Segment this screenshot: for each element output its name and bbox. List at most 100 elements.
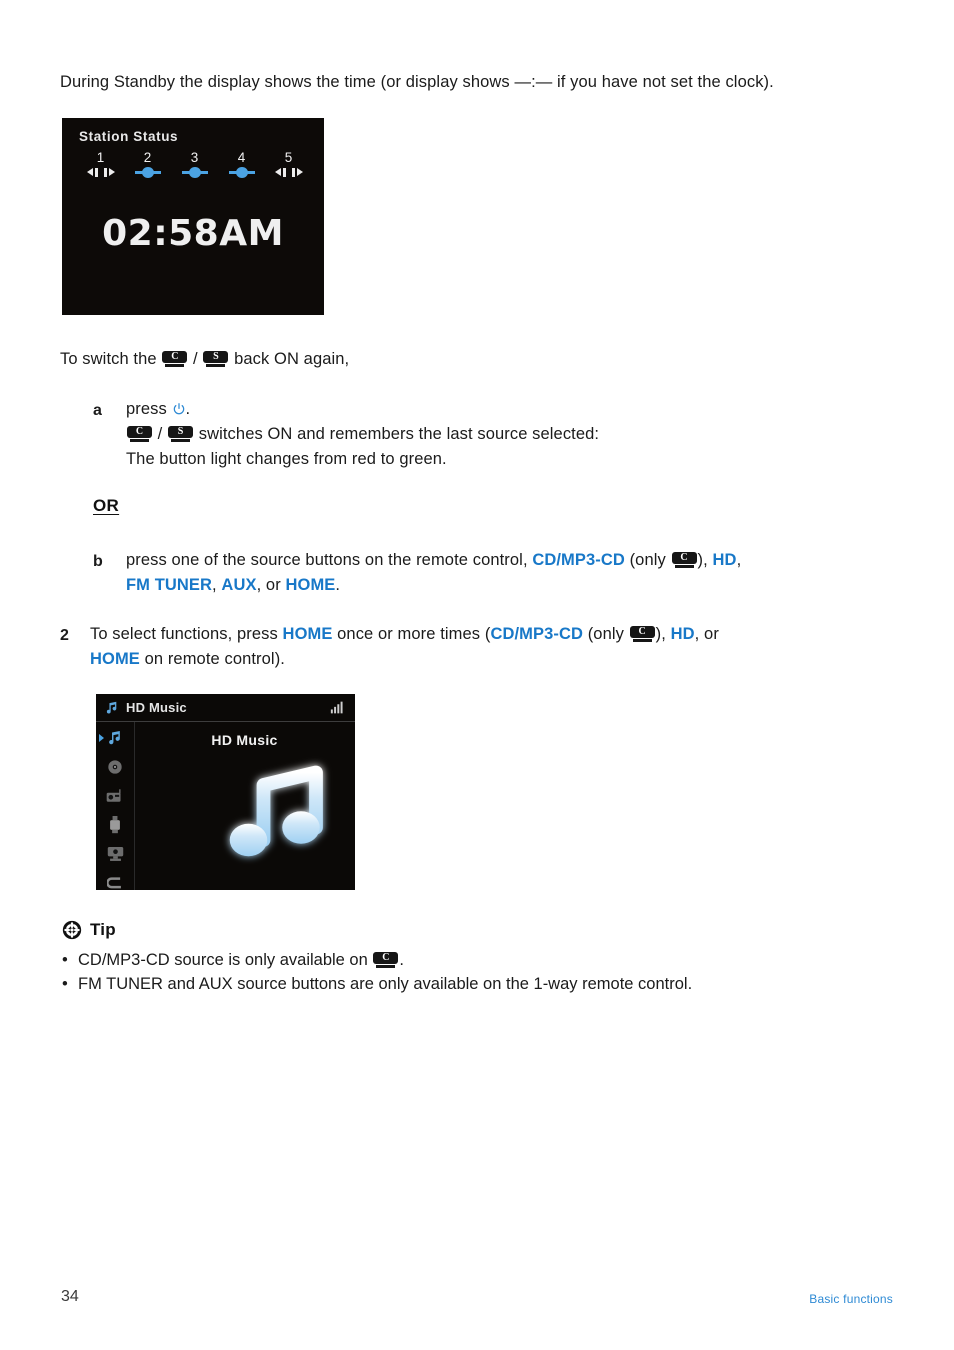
source-hd: HD [670,625,695,643]
usb-icon [110,815,120,833]
switch-text-post: back ON again, [229,350,350,368]
intro-paragraph: During Standby the display shows the tim… [60,73,774,91]
step-2-text-1: To select functions, press [90,625,283,643]
music-note-icon [108,730,120,745]
center-device-letter: C [135,426,144,437]
source-hd: HD [712,551,737,569]
bullet-icon: • [62,951,68,969]
footer-section-label: Basic functions [809,1292,893,1306]
or-text: , or [256,576,286,594]
source-cd-mp3-cd: CD/MP3-CD [490,625,584,643]
step-2-text-4: on remote control). [139,650,285,668]
aux-input-icon [107,846,123,861]
sidebar-item-aux[interactable] [96,840,134,867]
station-number: 5 [284,150,293,165]
source-home: HOME [90,650,140,668]
station-device-icon: S [203,351,229,367]
source-home: HOME [282,625,333,643]
switch-text-pre: To switch the [60,350,162,368]
standby-clock-screenshot: Station Status 1 2 3 4 5 02:58AM [62,118,324,315]
station-item: 1 [77,150,124,179]
music-note-large-icon [229,765,323,857]
source-aux: AUX [221,576,257,594]
station-number: 2 [143,150,152,165]
center-device-icon: C [373,952,399,968]
source-cd-mp3-cd: CD/MP3-CD [532,551,625,569]
sidebar-item-return[interactable] [96,869,134,890]
cd-disc-icon [108,759,122,774]
center-device-icon: C [162,351,188,367]
station-item: 2 [124,150,171,179]
only-close-paren: ), [655,625,671,643]
comma-sep: , [736,551,742,569]
step-2-body: To select functions, press HOME once or … [90,622,920,672]
tip-item-2-text: FM TUNER and AUX source buttons are only… [78,975,693,993]
tip-item: • FM TUNER and AUX source buttons are onl… [62,972,902,996]
switch-text-sep: / [188,350,203,368]
center-device-icon: C [127,426,152,442]
hd-music-sidebar [96,722,135,890]
step-2-text-2: once or more times ( [332,625,491,643]
step-a-line2-text: switches ON and remembers the last sourc… [194,425,600,443]
source-home: HOME [285,576,336,594]
only-close-paren: ), [697,551,713,569]
station-status-title: Station Status [79,129,179,144]
station-item: 5 [265,150,312,179]
manual-page: During Standby the display shows the tim… [0,0,954,1350]
station-device-letter: S [213,351,219,362]
step-a-body: press . C / S switches ON and remembers … [126,397,846,472]
station-number: 3 [190,150,199,165]
plug-connected-icon [133,166,163,179]
station-device-icon: S [168,426,194,442]
step-b-marker: b [93,553,103,570]
clock-time: 02:58AM [102,213,284,254]
hd-music-header-title: HD Music [126,700,187,715]
signal-strength-icon [330,701,343,714]
power-icon [173,403,184,415]
step-b-body: press one of the source buttons on the r… [126,548,916,598]
tip-label: Tip [90,920,116,939]
step-a-marker: a [93,402,102,419]
step-2-marker: 2 [60,627,69,644]
only-open-paren: (only [624,551,671,569]
tip-item-1-text-post: . [399,951,404,969]
bullet-icon: • [62,975,68,993]
only-open-paren: (only [583,625,629,643]
station-number: 4 [237,150,246,165]
source-fm-tuner: FM TUNER [126,576,213,594]
station-number: 1 [96,150,105,165]
step-2-text-3: , or [694,625,719,643]
tip-heading: Tip [62,920,116,940]
hd-music-screenshot: HD Music HD Music [96,694,355,890]
station-item: 3 [171,150,218,179]
switch-on-instruction: To switch the C / S back ON again, [60,347,760,372]
radio-tuner-icon [106,789,121,802]
sidebar-item-hd-music[interactable] [96,724,134,751]
sidebar-item-radio[interactable] [96,782,134,809]
center-device-letter: C [638,626,646,637]
center-device-letter: C [171,351,179,362]
music-note-icon [106,701,117,714]
period: . [335,576,341,594]
center-device-letter: C [680,552,688,563]
plug-disconnected-icon [86,166,116,179]
switch-text-sep: / [153,425,168,443]
step-a-period: . [185,400,191,418]
station-status-row: 1 2 3 4 5 [77,150,312,179]
or-label: OR [93,496,120,515]
tip-asterisk-icon [62,920,82,940]
step-a-line3-text: The button light changes from red to gre… [126,450,447,468]
sidebar-item-cd[interactable] [96,753,134,780]
tip-item-1-text-pre: CD/MP3-CD source is only available on [78,951,373,969]
return-arrow-icon [106,877,121,889]
sidebar-item-usb[interactable] [96,811,134,838]
station-device-letter: S [177,426,184,437]
hd-music-header: HD Music [96,694,355,722]
tip-item: • CD/MP3-CD source is only available on C… [62,948,902,972]
center-device-icon: C [671,552,697,568]
plug-disconnected-icon [274,166,304,179]
center-device-icon: C [629,626,655,642]
center-device-letter: C [382,952,390,963]
selection-caret-icon [99,734,104,742]
page-number: 34 [61,1288,79,1305]
